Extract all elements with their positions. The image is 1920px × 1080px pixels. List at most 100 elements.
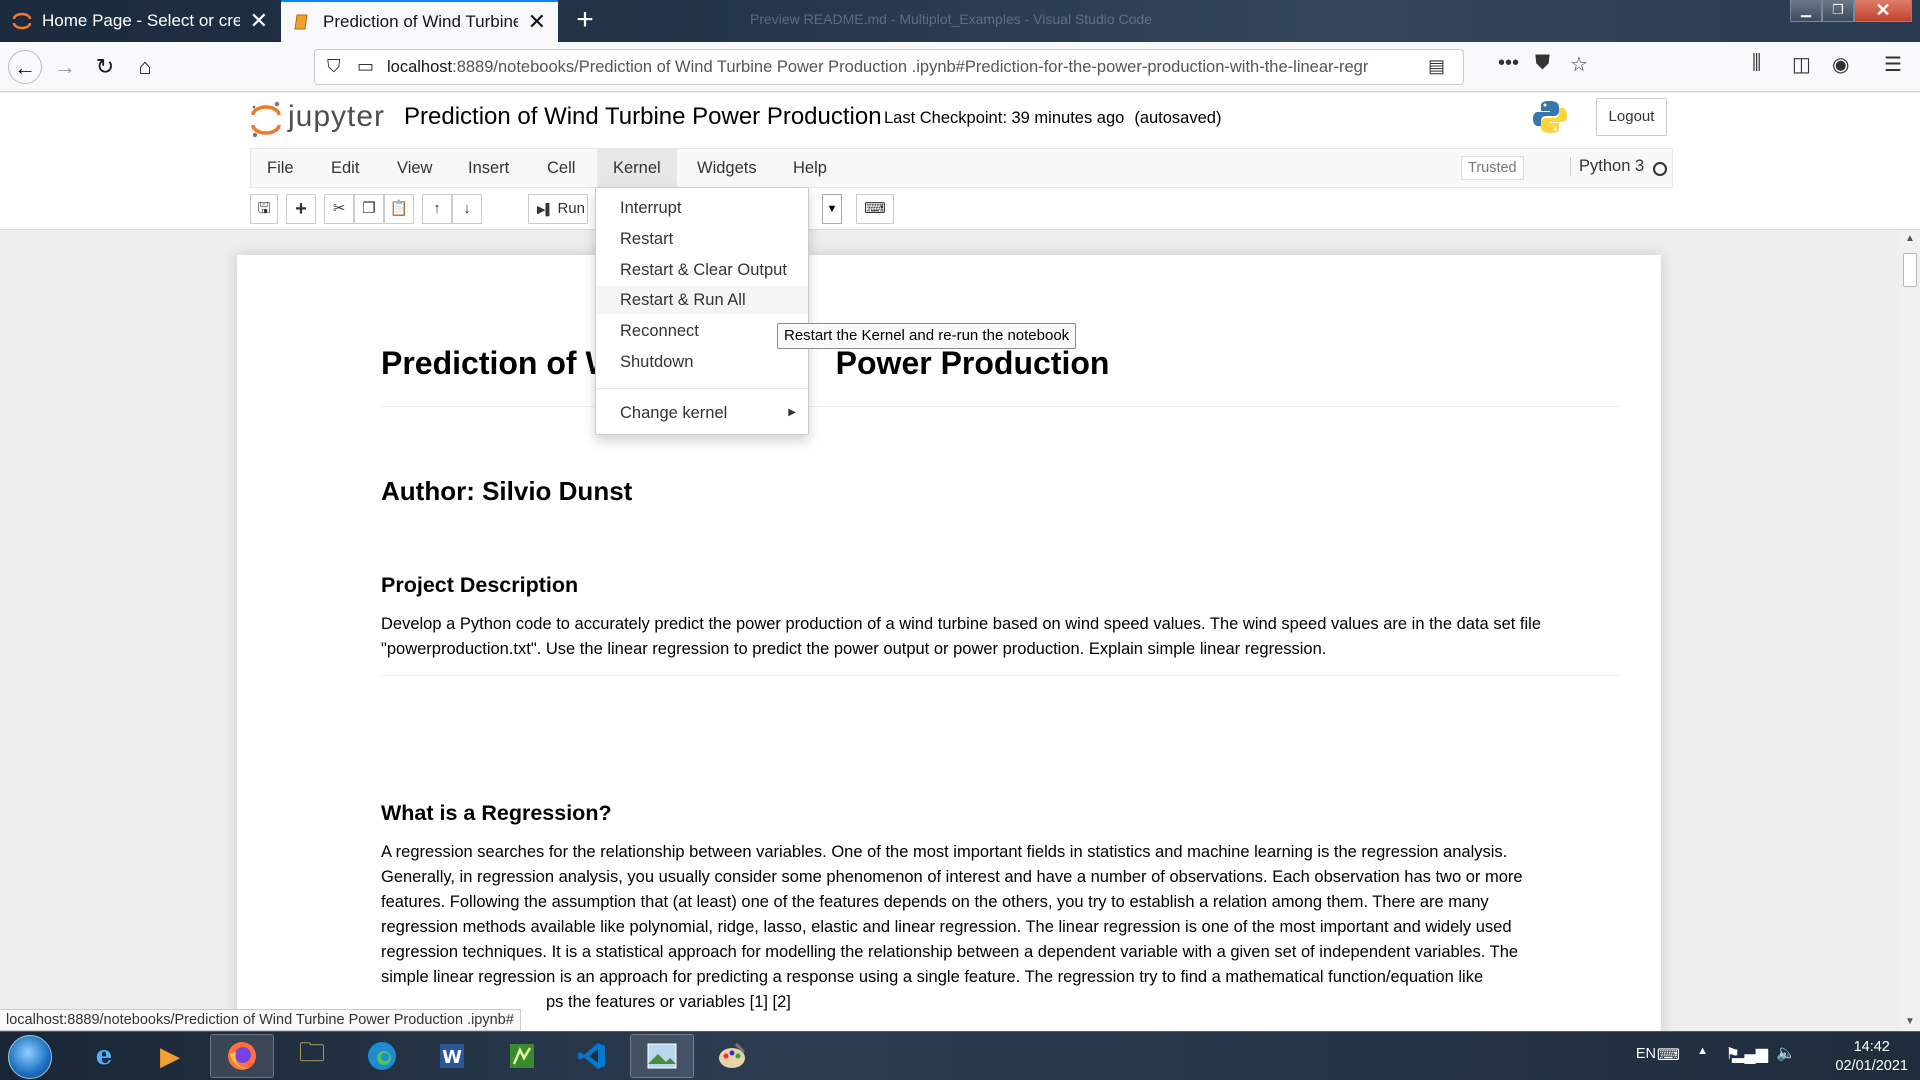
url-path: :8889/notebooks/Prediction of Wind Turbi… <box>452 58 1369 76</box>
project-description-heading: Project Description <box>381 573 579 597</box>
edge-icon[interactable] <box>350 1034 414 1078</box>
close-tab-icon[interactable]: ✕ <box>528 11 546 33</box>
trusted-badge[interactable]: Trusted <box>1461 156 1524 180</box>
address-bar[interactable]: ⛉ ▭ localhost:8889/notebooks/Prediction … <box>314 49 1464 85</box>
start-button-icon[interactable] <box>8 1035 52 1079</box>
clock[interactable]: 14:42 02/01/2021 <box>1835 1038 1908 1076</box>
jupyter-logo-text: jupyter <box>288 100 386 133</box>
account-icon[interactable]: ◉ <box>1832 52 1849 77</box>
notebook-page: Prediction of W Power Production Author: … <box>237 255 1661 1055</box>
notebook-favicon-icon <box>293 13 311 31</box>
window-title: Preview README.md - Multiplot_Examples -… <box>750 11 1153 27</box>
heading-right-text: Power Production <box>835 345 1110 381</box>
menu-widgets[interactable]: Widgets <box>681 149 773 187</box>
reload-icon[interactable]: ↻ <box>88 50 122 84</box>
close-tab-icon[interactable]: ✕ <box>250 10 268 32</box>
media-player-icon[interactable]: ▶ <box>138 1034 202 1078</box>
cut-icon[interactable]: ✂ <box>324 194 354 224</box>
paragraph-line: ps the features or variables [1] [2] <box>546 993 791 1011</box>
pocket-icon[interactable]: ⛊ <box>1535 52 1550 75</box>
shield-icon[interactable]: ⛉ <box>327 56 341 77</box>
heading-left-text: Prediction of W <box>381 345 616 381</box>
menu-item-change-kernel[interactable]: Change kernel ▶ <box>596 399 808 427</box>
author-heading: Author: Silvio Dunst <box>381 476 633 506</box>
volume-icon[interactable]: 🔈 <box>1776 1043 1796 1063</box>
close-window-icon[interactable]: ✕ <box>1854 0 1912 22</box>
page-info-icon[interactable]: ▭ <box>357 56 374 77</box>
menu-item-restart[interactable]: Restart <box>596 225 808 253</box>
picture-viewer-icon[interactable] <box>630 1034 694 1078</box>
menu-item-restart-clear-output[interactable]: Restart & Clear Output <box>596 256 808 284</box>
vscode-icon[interactable] <box>560 1034 624 1078</box>
home-icon[interactable]: ⌂ <box>128 50 162 84</box>
submenu-arrow-icon: ▶ <box>788 407 796 418</box>
menu-insert[interactable]: Insert <box>452 149 525 187</box>
jupyter-logo[interactable]: jupyter <box>250 99 386 138</box>
move-up-icon[interactable]: ↑ <box>422 194 452 224</box>
library-icon[interactable]: ⫼ <box>1752 52 1761 75</box>
bookmark-star-icon[interactable]: ☆ <box>1570 52 1588 77</box>
url-text: localhost:8889/notebooks/Prediction of W… <box>387 58 1422 77</box>
menu-file[interactable]: File <box>251 149 310 187</box>
new-tab-button[interactable]: + <box>568 4 602 38</box>
menu-help[interactable]: Help <box>777 149 843 187</box>
run-button[interactable]: ▶▌ Run <box>528 194 588 224</box>
more-actions-icon[interactable]: ••• <box>1498 52 1519 75</box>
menu-item-shutdown[interactable]: Shutdown <box>596 348 808 376</box>
clock-time: 14:42 <box>1853 1039 1890 1055</box>
language-indicator[interactable]: EN <box>1636 1046 1656 1062</box>
word-icon[interactable]: W <box>420 1034 484 1078</box>
paragraph-line: regression techniques. It is a statistic… <box>381 943 1519 961</box>
file-explorer-icon[interactable]: 🗀 <box>280 1034 344 1078</box>
paragraph-line: Generally, in regression analysis, you u… <box>381 868 1523 886</box>
scroll-up-icon[interactable]: ▲ <box>1900 233 1920 244</box>
notebook-name[interactable]: Prediction of Wind Turbine Power Product… <box>404 103 882 131</box>
menu-edit[interactable]: Edit <box>315 149 375 187</box>
kernel-name[interactable]: Python 3 <box>1570 157 1644 176</box>
tab-home-page[interactable]: Home Page - Select or create a ✕ <box>0 0 280 42</box>
menu-item-interrupt[interactable]: Interrupt <box>596 194 808 222</box>
save-icon[interactable]: 🖫 <box>250 194 278 224</box>
keyboard-icon[interactable]: ⌨ <box>856 194 894 224</box>
menu-icon[interactable]: ☰ <box>1884 52 1902 77</box>
status-bar-url: localhost:8889/notebooks/Prediction of W… <box>0 1009 521 1031</box>
paste-icon[interactable]: 📋 <box>384 194 414 224</box>
back-icon[interactable]: ← <box>8 50 42 84</box>
menu-kernel[interactable]: Kernel <box>597 149 677 187</box>
tab-title: Prediction of Wind Turbine Pov <box>323 12 518 31</box>
change-kernel-label: Change kernel <box>620 404 728 422</box>
logout-button[interactable]: Logout <box>1596 98 1667 136</box>
menu-view[interactable]: View <box>381 149 448 187</box>
menu-divider <box>596 388 808 389</box>
menu-cell[interactable]: Cell <box>531 149 591 187</box>
matlab-icon[interactable] <box>490 1034 554 1078</box>
show-hidden-icons-icon[interactable]: ▲ <box>1697 1045 1708 1057</box>
python-logo-icon <box>1532 99 1568 135</box>
keyboard-layout-icon[interactable]: ⌨ <box>1657 1045 1680 1065</box>
paragraph-line: A regression searches for the relationsh… <box>381 843 1508 861</box>
sidebar-icon[interactable]: ◫ <box>1792 52 1811 77</box>
forward-icon[interactable]: → <box>48 50 82 84</box>
minimize-icon[interactable]: ▁ <box>1790 0 1822 22</box>
reader-view-icon[interactable]: ▤ <box>1428 56 1445 77</box>
tab-title: Home Page - Select or create a <box>42 11 240 30</box>
scrollbar-thumb[interactable] <box>1903 253 1917 287</box>
checkpoint-status: Last Checkpoint: 39 minutes ago (autosave… <box>884 109 1221 128</box>
menu-item-restart-run-all[interactable]: Restart & Run All <box>596 286 808 314</box>
internet-explorer-icon[interactable]: e <box>72 1034 136 1078</box>
notebook-area: Prediction of W Power Production Author: … <box>0 231 1900 1055</box>
divider <box>381 675 1621 676</box>
divider <box>381 406 1621 407</box>
paint-icon[interactable] <box>700 1034 764 1078</box>
copy-icon[interactable]: ❐ <box>354 194 384 224</box>
firefox-icon[interactable] <box>210 1034 274 1078</box>
tab-prediction-notebook[interactable]: Prediction of Wind Turbine Pov ✕ <box>281 0 558 42</box>
page-scrollbar[interactable]: ▲ ▼ <box>1900 231 1920 1031</box>
move-down-icon[interactable]: ↓ <box>452 194 482 224</box>
scroll-down-icon[interactable]: ▼ <box>1900 1016 1920 1027</box>
cell-type-dropdown[interactable]: ▼ <box>822 194 842 224</box>
network-icon[interactable]: ▂▄▆ <box>1732 1044 1768 1064</box>
maximize-icon[interactable]: ❐ <box>1822 0 1854 22</box>
paragraph-line: simple linear regression is an approach … <box>381 968 1484 986</box>
insert-cell-icon[interactable]: + <box>286 194 316 224</box>
